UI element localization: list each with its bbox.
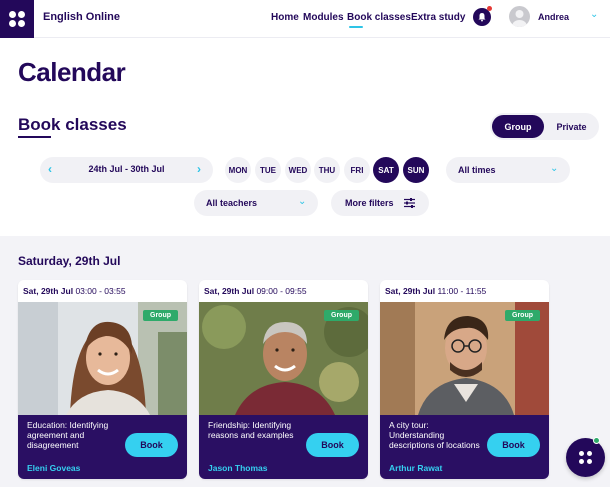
day-filter-tue[interactable]: TUE <box>255 157 281 183</box>
class-type-toggle: Group Private <box>490 113 599 140</box>
book-button[interactable]: Book <box>487 433 540 457</box>
more-filters-label: More filters <box>345 198 394 208</box>
class-topic: Education: Identifying agreement and dis… <box>27 420 109 450</box>
card-time: 03:00 - 03:55 <box>75 286 126 296</box>
group-badge: Group <box>143 310 178 321</box>
date-range-picker: ‹ 24th Jul - 30th Jul › <box>40 157 213 183</box>
class-card[interactable]: Sat, 29th Jul 03:00 - 03:55 Group Educat… <box>18 280 187 479</box>
card-date: Sat, 29th Jul <box>23 286 74 296</box>
chevron-down-icon: ⌄ <box>550 163 559 174</box>
card-footer: Education: Identifying agreement and dis… <box>18 415 187 479</box>
teachers-dropdown-label: All teachers <box>206 198 258 208</box>
user-name[interactable]: Andrea <box>538 12 569 22</box>
chat-icon[interactable] <box>566 438 605 477</box>
times-dropdown[interactable]: All times ⌄ <box>446 157 570 183</box>
date-range-label: 24th Jul - 30th Jul <box>88 164 165 174</box>
day-filter-sun[interactable]: SUN <box>403 157 429 183</box>
card-time: 11:00 - 11:55 <box>437 286 487 296</box>
class-card[interactable]: Sat, 29th Jul 09:00 - 09:55 Group Friend… <box>199 280 368 479</box>
chevron-down-icon[interactable]: ⌄ <box>590 9 598 20</box>
chevron-down-icon: ⌄ <box>298 196 307 207</box>
nav-home[interactable]: Home <box>271 12 299 23</box>
group-badge: Group <box>505 310 540 321</box>
group-toggle-button[interactable]: Group <box>492 115 544 138</box>
book-button[interactable]: Book <box>306 433 359 457</box>
day-filter-mon[interactable]: MON <box>225 157 251 183</box>
chevron-right-icon[interactable]: › <box>197 162 201 176</box>
private-toggle-button[interactable]: Private <box>546 115 597 138</box>
logo-icon[interactable] <box>0 0 34 38</box>
card-footer: A city tour: Understanding descriptions … <box>380 415 549 479</box>
teacher-name[interactable]: Jason Thomas <box>208 463 268 473</box>
brand-name[interactable]: English Online <box>43 11 120 23</box>
class-topic: Friendship: Identifying reasons and exam… <box>208 420 294 440</box>
teacher-photo: Group <box>18 302 187 415</box>
section-underline <box>18 136 51 138</box>
card-date: Sat, 29th Jul <box>204 286 255 296</box>
notification-dot <box>487 6 492 11</box>
class-card[interactable]: Sat, 29th Jul 11:00 - 11:55 Group A city… <box>380 280 549 479</box>
nav-extra-study[interactable]: Extra study <box>411 12 465 23</box>
nav-book-classes[interactable]: Book classes <box>347 12 411 23</box>
class-topic: A city tour: Understanding descriptions … <box>389 420 480 450</box>
teacher-name[interactable]: Arthur Rawat <box>389 463 442 473</box>
day-filter-sat[interactable]: SAT <box>373 157 399 183</box>
top-navigation-bar: English Online Home Modules Book classes… <box>0 0 610 38</box>
card-datetime: Sat, 29th Jul 11:00 - 11:55 <box>380 280 549 302</box>
more-filters-button[interactable]: More filters <box>331 190 429 216</box>
class-list-section: Saturday, 29th Jul Sat, 29th Jul 03:00 -… <box>0 236 610 487</box>
card-date: Sat, 29th Jul <box>385 286 436 296</box>
nav-active-indicator <box>349 26 363 28</box>
sliders-icon <box>404 198 415 208</box>
teacher-photo: Group <box>380 302 549 415</box>
chat-online-dot <box>593 437 600 444</box>
avatar-icon[interactable] <box>509 6 530 27</box>
card-footer: Friendship: Identifying reasons and exam… <box>199 415 368 479</box>
card-datetime: Sat, 29th Jul 09:00 - 09:55 <box>199 280 368 302</box>
day-filter-fri[interactable]: FRI <box>344 157 370 183</box>
teacher-photo: Group <box>199 302 368 415</box>
book-button[interactable]: Book <box>125 433 178 457</box>
teachers-dropdown[interactable]: All teachers ⌄ <box>194 190 318 216</box>
card-datetime: Sat, 29th Jul 03:00 - 03:55 <box>18 280 187 302</box>
card-time: 09:00 - 09:55 <box>256 286 307 296</box>
group-badge: Group <box>324 310 359 321</box>
times-dropdown-label: All times <box>458 165 496 175</box>
page-title: Calendar <box>18 57 126 87</box>
day-heading: Saturday, 29th Jul <box>18 254 121 268</box>
day-filter-wed[interactable]: WED <box>285 157 311 183</box>
teacher-name[interactable]: Eleni Goveas <box>27 463 80 473</box>
day-filter-thu[interactable]: THU <box>314 157 340 183</box>
nav-modules[interactable]: Modules <box>303 12 344 23</box>
section-title: Book classes <box>18 115 127 134</box>
